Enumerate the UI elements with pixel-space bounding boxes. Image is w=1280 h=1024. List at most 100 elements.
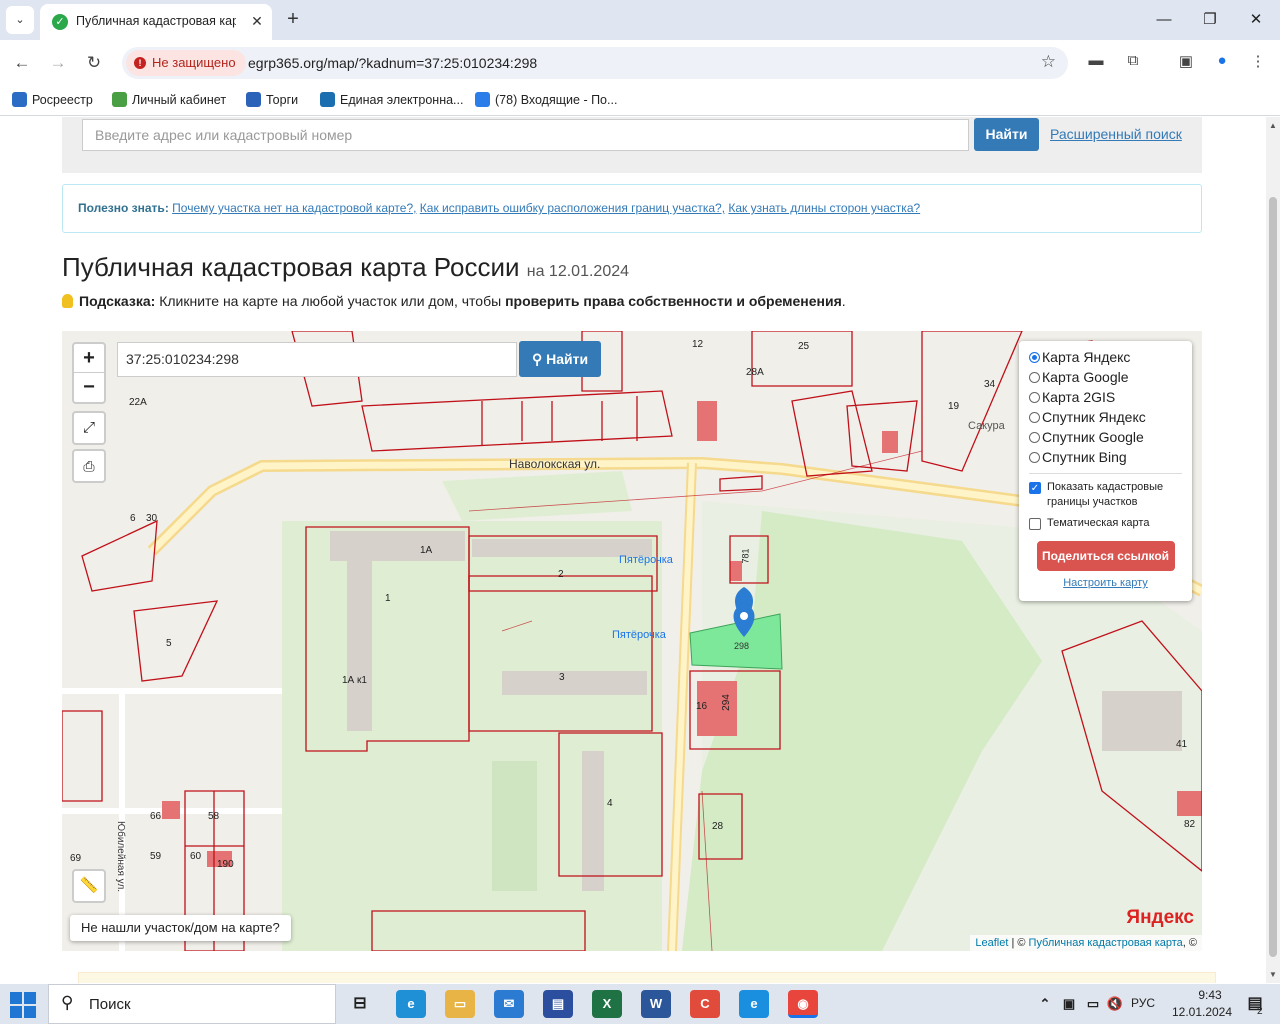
search-icon: ⚲ [61, 993, 74, 1012]
bookmark-cabinet[interactable]: Личный кабинет [112, 92, 226, 110]
map-attribution: Leaflet | © Публичная кадастровая карта,… [970, 935, 1202, 951]
menu-kebab-icon[interactable]: ⋮ [1246, 52, 1270, 74]
useful-info-box: Полезно знать: Почему участка нет на кад… [62, 184, 1202, 233]
poi-pyaterochka-2[interactable]: Пятёрочка [612, 629, 666, 641]
ruler-icon[interactable]: 📏 [72, 869, 106, 903]
windows-start-icon[interactable] [10, 992, 36, 1018]
layer-option[interactable]: Карта Google [1029, 367, 1182, 387]
reload-icon[interactable]: ↻ [81, 50, 107, 76]
zoom-control: + − [72, 342, 106, 404]
info-link-fix-borders[interactable]: Как исправить ошибку расположения границ… [420, 201, 725, 215]
layer-option[interactable]: Карта Яндекс [1029, 347, 1182, 367]
excel-icon[interactable]: X [592, 990, 622, 1018]
internet-explorer-icon[interactable]: e [396, 990, 426, 1018]
warning-icon: ! [134, 57, 146, 69]
ccleaner-icon[interactable]: C [690, 990, 720, 1018]
info-link-side-lengths[interactable]: Как узнать длины сторон участка? [728, 201, 920, 215]
advanced-search-link[interactable]: Расширенный поиск [1050, 126, 1182, 142]
map-find-button[interactable]: ⚲ Найти [519, 341, 601, 377]
profile-avatar-icon[interactable]: ● [1210, 52, 1234, 74]
edge-icon[interactable]: e [739, 990, 769, 1018]
tab-title: Публичная кадастровая карта [76, 14, 236, 28]
parcel-label: 1А [420, 545, 433, 556]
tab-search-chevron-icon[interactable]: ⌄ [6, 6, 34, 34]
address-bar[interactable]: ! Не защищено egrp365.org/map/?kadnum=37… [122, 47, 1068, 79]
street-label: Наволокская ул. [509, 457, 601, 471]
mail-app-icon[interactable]: ✉ [494, 990, 524, 1018]
task-view-icon[interactable]: ⊟ [345, 990, 375, 1018]
poi-sakura[interactable]: Сакура [968, 420, 1005, 432]
zoom-out-button[interactable]: − [74, 373, 104, 402]
cabinet-icon [112, 92, 127, 107]
bookmark-gosuslugi[interactable]: Единая электронна... [320, 92, 463, 110]
parcel-label: 22А [129, 397, 147, 408]
file-explorer-icon[interactable]: ▭ [445, 990, 475, 1018]
clock-time[interactable]: 9:43 [1182, 988, 1238, 1002]
scroll-up-arrow-icon[interactable]: ▲ [1269, 121, 1277, 130]
parcel-label: 294 [720, 694, 732, 711]
url-text[interactable]: egrp365.org/map/?kadnum=37:25:010234:298 [248, 55, 537, 71]
page-scrollbar[interactable]: ▲ ▼ [1266, 117, 1280, 983]
parcel-label: 41 [1176, 739, 1188, 750]
save-app-icon[interactable]: ▤ [543, 990, 573, 1018]
close-window-icon[interactable]: ✕ [1236, 6, 1276, 34]
forward-arrow-icon[interactable]: → [45, 50, 71, 76]
bookmark-torgi[interactable]: Торги [246, 92, 298, 110]
show-borders-option[interactable]: ✓ Показать кадастровые границы участков [1029, 480, 1182, 510]
bookmark-rosreestr[interactable]: Росреестр [12, 92, 93, 110]
word-icon[interactable]: W [641, 990, 671, 1018]
volume-muted-icon[interactable]: 🔇 [1100, 990, 1130, 1018]
radio-icon[interactable] [1029, 452, 1040, 463]
layer-option[interactable]: Спутник Bing [1029, 447, 1182, 467]
radio-icon[interactable] [1029, 352, 1040, 363]
parcel-label: 190 [217, 859, 234, 870]
back-arrow-icon[interactable]: ← [9, 50, 35, 76]
fullscreen-icon[interactable]: ⤢ [72, 411, 106, 445]
bookmark-star-icon[interactable]: ☆ [1041, 52, 1056, 72]
checkbox-icon[interactable] [1029, 518, 1041, 530]
restore-icon[interactable]: ❐ [1190, 6, 1230, 34]
extensions-icon[interactable]: ⧉ [1121, 52, 1145, 74]
language-indicator[interactable]: РУС [1131, 996, 1155, 1010]
thematic-map-option[interactable]: Тематическая карта [1029, 516, 1182, 531]
notifications-icon[interactable]: ▤ [1240, 990, 1270, 1018]
radio-icon[interactable] [1029, 432, 1040, 443]
close-tab-icon[interactable]: ✕ [248, 12, 266, 30]
new-tab-plus-icon[interactable]: + [282, 8, 304, 30]
find-button[interactable]: Найти [974, 118, 1039, 151]
extension-puzzle-icon[interactable]: ▬ [1084, 52, 1108, 74]
side-panel-icon[interactable]: ▣ [1174, 52, 1198, 74]
radio-icon[interactable] [1029, 412, 1040, 423]
print-icon[interactable]: ⎙ [72, 449, 106, 483]
clock-date[interactable]: 12.01.2024 [1164, 1005, 1240, 1019]
cadastral-map[interactable]: Наволокская ул. Юбилейная ул. Пятёрочка … [62, 331, 1202, 951]
layer-option[interactable]: Спутник Яндекс [1029, 407, 1182, 427]
browser-tab[interactable]: ✓ Публичная кадастровая карта ✕ [40, 4, 272, 40]
checkbox-checked-icon[interactable]: ✓ [1029, 482, 1041, 494]
scroll-down-arrow-icon[interactable]: ▼ [1269, 970, 1277, 979]
layer-option[interactable]: Спутник Google [1029, 427, 1182, 447]
chrome-icon[interactable]: ◉ [788, 990, 818, 1018]
scroll-thumb[interactable] [1269, 197, 1277, 957]
yandex-logo: Яндекс [1126, 907, 1194, 928]
leaflet-link[interactable]: Leaflet [975, 937, 1008, 949]
minimize-icon[interactable]: — [1144, 6, 1184, 34]
parcel-label: 4 [607, 798, 613, 809]
bookmark-mail[interactable]: (78) Входящие - По... [475, 92, 617, 110]
not-found-button[interactable]: Не нашли участок/дом на карте? [70, 915, 291, 941]
zoom-in-button[interactable]: + [74, 344, 104, 373]
setup-map-link[interactable]: Настроить карту [1029, 577, 1182, 589]
parcel-label: 19 [948, 401, 960, 412]
poi-pyaterochka-1[interactable]: Пятёрочка [619, 554, 673, 566]
info-link-missing-parcel[interactable]: Почему участка нет на кадастровой карте?… [172, 201, 416, 215]
security-chip[interactable]: ! Не защищено [126, 50, 246, 76]
layer-option[interactable]: Карта 2GIS [1029, 387, 1182, 407]
radio-icon[interactable] [1029, 372, 1040, 383]
taskbar-search[interactable]: ⚲ Поиск [48, 984, 336, 1024]
address-search-input[interactable]: Введите адрес или кадастровый номер [82, 119, 969, 151]
share-link-button[interactable]: Поделиться ссылкой [1036, 541, 1175, 571]
radio-icon[interactable] [1029, 392, 1040, 403]
search-panel: Введите адрес или кадастровый номер Найт… [62, 117, 1202, 173]
cadastral-number-input[interactable]: 37:25:010234:298 [117, 342, 517, 377]
pkk-link[interactable]: Публичная кадастровая карта [1029, 937, 1183, 949]
